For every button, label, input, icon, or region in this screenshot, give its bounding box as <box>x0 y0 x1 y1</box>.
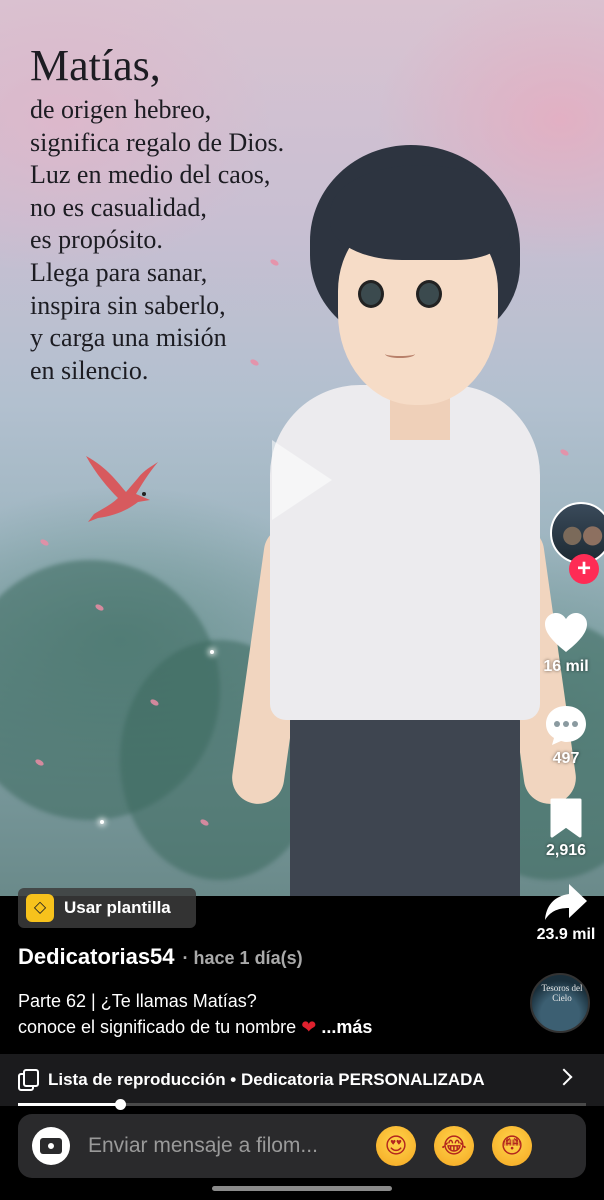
message-composer: Enviar mensaje a filom... 😍 😂 😳 <box>18 1114 586 1178</box>
play-icon[interactable] <box>272 440 332 520</box>
comment-button[interactable]: 497 <box>524 704 604 768</box>
camera-button[interactable] <box>32 1127 70 1165</box>
fringe <box>330 165 510 260</box>
emoji-heart-eyes-button[interactable]: 😍 <box>376 1126 416 1166</box>
post-caption[interactable]: Parte 62 | ¿Te llamas Matías? conoce el … <box>18 988 518 1040</box>
camera-lens <box>46 1141 56 1151</box>
progress-knob[interactable] <box>115 1099 127 1110</box>
comment-count: 497 <box>552 750 580 767</box>
mouth <box>385 350 415 358</box>
playlist-icon <box>18 1069 40 1091</box>
disc-label: Tesoros del Cielo <box>541 983 583 1003</box>
save-count: 2,916 <box>545 842 587 859</box>
more-link[interactable]: ...más <box>321 1017 372 1037</box>
like-count: 16 mil <box>543 658 589 675</box>
share-button[interactable]: 23.9 mil <box>524 882 604 944</box>
post-time: · hace 1 día(s) <box>182 948 303 968</box>
template-label: Usar plantilla <box>64 898 171 917</box>
sparkle <box>210 650 214 654</box>
progress-fill <box>18 1103 121 1106</box>
creator-avatar-button[interactable]: + <box>550 502 604 584</box>
bookmark-icon[interactable] <box>549 798 583 838</box>
caption-text: conoce el significado de tu nombre <box>18 1017 297 1037</box>
playlist-bar[interactable]: Lista de reproducción • Dedicatoria PERS… <box>0 1054 604 1106</box>
caption-line: conoce el significado de tu nombre ❤ ...… <box>18 1014 518 1040</box>
pants <box>290 715 520 896</box>
action-rail: + 16 mil 497 2,916 23.9 mil <box>524 0 604 1000</box>
video-player[interactable]: Matías, de origen hebreo, significa rega… <box>0 0 604 896</box>
poem-title: Matías, <box>30 41 161 90</box>
message-input[interactable]: Enviar mensaje a filom... <box>88 1134 358 1158</box>
caption-line: Parte 62 | ¿Te llamas Matías? <box>18 991 257 1011</box>
comment-icon[interactable] <box>544 704 588 746</box>
eye <box>358 280 384 308</box>
heart-icon[interactable] <box>543 612 589 654</box>
eye <box>416 280 442 308</box>
template-icon: ◇ <box>26 894 54 922</box>
author-row: Dedicatorias54 · hace 1 día(s) <box>18 944 303 970</box>
sparkle <box>100 820 104 824</box>
share-count: 23.9 mil <box>536 926 596 943</box>
emoji-laughing-button[interactable]: 😂 <box>434 1126 474 1166</box>
music-disc[interactable]: Tesoros del Cielo <box>530 973 590 1033</box>
like-button[interactable]: 16 mil <box>524 612 604 676</box>
share-arrow-icon[interactable] <box>543 882 589 922</box>
use-template-button[interactable]: ◇ Usar plantilla <box>18 888 196 928</box>
home-indicator <box>212 1186 392 1191</box>
video-progress-bar[interactable] <box>18 1099 586 1110</box>
follow-plus-icon[interactable]: + <box>569 554 599 584</box>
bird-illustration <box>86 456 158 522</box>
red-heart-emoji-icon: ❤ <box>301 1017 317 1037</box>
playlist-label: Lista de reproducción • Dedicatoria PERS… <box>48 1070 485 1089</box>
chevron-right-icon <box>555 1068 573 1086</box>
emoji-flushed-button[interactable]: 😳 <box>492 1126 532 1166</box>
poem-line: de origen hebreo, <box>30 95 212 124</box>
petal <box>39 538 50 547</box>
save-button[interactable]: 2,916 <box>524 798 604 860</box>
author-name[interactable]: Dedicatorias54 <box>18 944 175 970</box>
